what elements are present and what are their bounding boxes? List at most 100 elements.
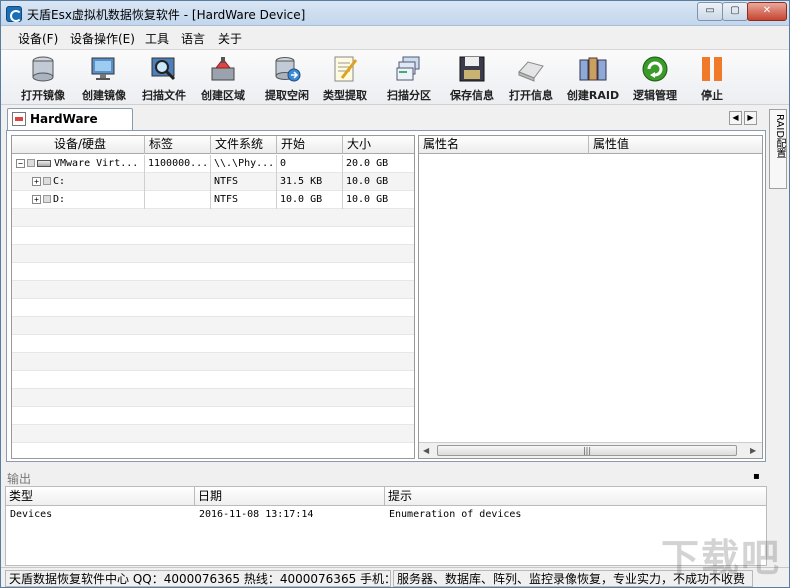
device-name: VMware Virt... xyxy=(54,158,139,169)
col-header-prop-name[interactable]: 属性名 xyxy=(419,136,589,154)
empty-row xyxy=(12,353,414,371)
empty-row xyxy=(12,407,414,425)
col-header-start[interactable]: 开始 xyxy=(277,136,343,154)
scan-partition-label: 扫描分区 xyxy=(387,89,431,102)
col-header-message[interactable]: 提示 xyxy=(385,487,766,506)
device-name: D: xyxy=(53,194,66,205)
col-header-device[interactable]: 设备/硬盘 xyxy=(12,136,145,154)
scan-file-icon xyxy=(151,57,176,81)
create-raid-button[interactable]: 创建RAID xyxy=(564,52,622,104)
table-row[interactable]: + C: NTFS 31.5 KB 10.0 GB xyxy=(12,173,414,191)
extract-free-icon xyxy=(275,57,301,82)
empty-row xyxy=(12,371,414,389)
create-raid-icon xyxy=(579,57,607,81)
tab-next-button[interactable]: ▶ xyxy=(744,111,757,125)
tab-bar: HardWare Device ◀ ▶ xyxy=(3,108,765,146)
stop-label: 停止 xyxy=(701,89,723,102)
menu-bar: 设备(F) 设备操作(E) 工具 语言 关于 xyxy=(1,27,789,48)
raid-config-label: RAID配置 xyxy=(774,114,785,159)
extract-free-button[interactable]: 提取空闲 xyxy=(258,52,316,104)
type-extract-icon xyxy=(334,56,358,82)
create-image-button[interactable]: 创建镜像 xyxy=(75,52,133,104)
app-logo-icon xyxy=(6,6,22,22)
start-cell: 31.5 KB xyxy=(277,173,343,191)
save-info-button[interactable]: 保存信息 xyxy=(443,52,501,104)
open-info-icon xyxy=(518,61,544,82)
menu-device[interactable]: 设备(F) xyxy=(18,30,58,47)
fs-cell: NTFS xyxy=(211,191,277,209)
scan-partition-button[interactable]: 扫描分区 xyxy=(380,52,438,104)
size-cell: 10.0 GB xyxy=(343,191,414,209)
table-row[interactable]: + D: NTFS 10.0 GB 10.0 GB xyxy=(12,191,414,209)
table-row[interactable]: − VMware Virt... 1100000... \\.\Phy... 0 … xyxy=(12,155,414,173)
empty-row xyxy=(12,263,414,281)
device-cell: − VMware Virt... xyxy=(12,155,145,173)
window-title: 天盾Esx虚拟机数据恢复软件 - [HardWare Device] xyxy=(27,8,306,22)
empty-row xyxy=(12,227,414,245)
document-icon xyxy=(12,112,26,126)
collapse-icon[interactable]: − xyxy=(16,158,25,168)
lock-icon xyxy=(43,195,51,203)
col-header-type[interactable]: 类型 xyxy=(6,487,195,506)
restore-button[interactable]: ▢ xyxy=(722,2,748,21)
extract-free-label: 提取空闲 xyxy=(265,89,309,102)
col-header-label[interactable]: 标签 xyxy=(145,136,211,154)
save-info-icon xyxy=(459,56,485,82)
minimize-button[interactable]: ▭ xyxy=(697,2,723,21)
create-region-icon xyxy=(211,57,235,81)
size-cell: 10.0 GB xyxy=(343,173,414,191)
output-header: 类型 日期 提示 xyxy=(6,487,766,506)
device-panel: 设备/硬盘 标签 文件系统 开始 大小 − VMware Virt... 1100… xyxy=(6,130,766,462)
col-header-size[interactable]: 大小 xyxy=(343,136,414,154)
col-header-date[interactable]: 日期 xyxy=(195,487,385,506)
log-row[interactable]: Devices 2016-11-08 13:17:14 Enumeration … xyxy=(6,506,766,524)
empty-row xyxy=(12,389,414,407)
device-cell: + C: xyxy=(12,173,145,191)
type-extract-button[interactable]: 类型提取 xyxy=(316,52,374,104)
fs-cell: \\.\Phy... xyxy=(211,155,277,173)
output-panel-title: 输出 xyxy=(7,472,32,486)
log-type: Devices xyxy=(10,509,53,520)
scroll-right-icon[interactable]: ▶ xyxy=(750,446,756,455)
empty-row xyxy=(12,443,414,458)
col-header-fs[interactable]: 文件系统 xyxy=(211,136,277,154)
open-info-label: 打开信息 xyxy=(509,89,553,102)
logic-manage-button[interactable]: 逻辑管理 xyxy=(626,52,684,104)
open-image-button[interactable]: 打开镜像 xyxy=(14,52,72,104)
menu-language[interactable]: 语言 xyxy=(181,30,205,47)
col-header-prop-value[interactable]: 属性值 xyxy=(589,136,762,154)
stop-button[interactable]: 停止 xyxy=(683,52,741,104)
scan-file-button[interactable]: 扫描文件 xyxy=(135,52,193,104)
scan-partition-icon xyxy=(396,56,420,81)
size-cell: 20.0 GB xyxy=(343,155,414,173)
close-button[interactable]: ✕ xyxy=(747,2,787,21)
empty-row xyxy=(12,281,414,299)
device-grid: 设备/硬盘 标签 文件系统 开始 大小 − VMware Virt... 1100… xyxy=(11,135,415,459)
log-date: 2016-11-08 13:17:14 xyxy=(199,509,314,520)
menu-tools[interactable]: 工具 xyxy=(145,30,169,47)
status-contact: 天盾数据恢复软件中心 QQ：4000076365 热线：4000076365 手… xyxy=(5,570,391,587)
title-bar[interactable]: 天盾Esx虚拟机数据恢复软件 - [HardWare Device] ▭ ▢ ✕ xyxy=(1,1,789,26)
tab-prev-button[interactable]: ◀ xyxy=(729,111,742,125)
logic-manage-label: 逻辑管理 xyxy=(633,89,677,102)
create-region-button[interactable]: 创建区域 xyxy=(194,52,252,104)
empty-row xyxy=(12,317,414,335)
app-window: 天盾Esx虚拟机数据恢复软件 - [HardWare Device] ▭ ▢ ✕… xyxy=(0,0,790,588)
tab-hardware-device[interactable]: HardWare Device xyxy=(7,108,133,146)
scroll-thumb[interactable]: ||| xyxy=(437,445,737,456)
logic-manage-icon xyxy=(642,56,668,82)
expand-icon[interactable]: + xyxy=(32,194,41,204)
watermark: 下载吧 xyxy=(661,536,782,580)
empty-row xyxy=(12,425,414,443)
open-info-button[interactable]: 打开信息 xyxy=(502,52,560,104)
horizontal-scrollbar[interactable]: ◀ ||| ▶ xyxy=(419,442,762,458)
expand-icon[interactable]: + xyxy=(32,176,41,186)
pin-icon[interactable]: ▪ xyxy=(753,471,760,482)
start-cell: 0 xyxy=(277,155,343,173)
menu-about[interactable]: 关于 xyxy=(218,30,242,47)
scroll-left-icon[interactable]: ◀ xyxy=(423,446,429,455)
menu-device-ops[interactable]: 设备操作(E) xyxy=(70,30,135,47)
output-panel: 类型 日期 提示 Devices 2016-11-08 13:17:14 Enu… xyxy=(5,486,767,566)
open-image-icon xyxy=(32,56,54,82)
raid-config-side-tab[interactable]: RAID配置 xyxy=(769,109,787,189)
